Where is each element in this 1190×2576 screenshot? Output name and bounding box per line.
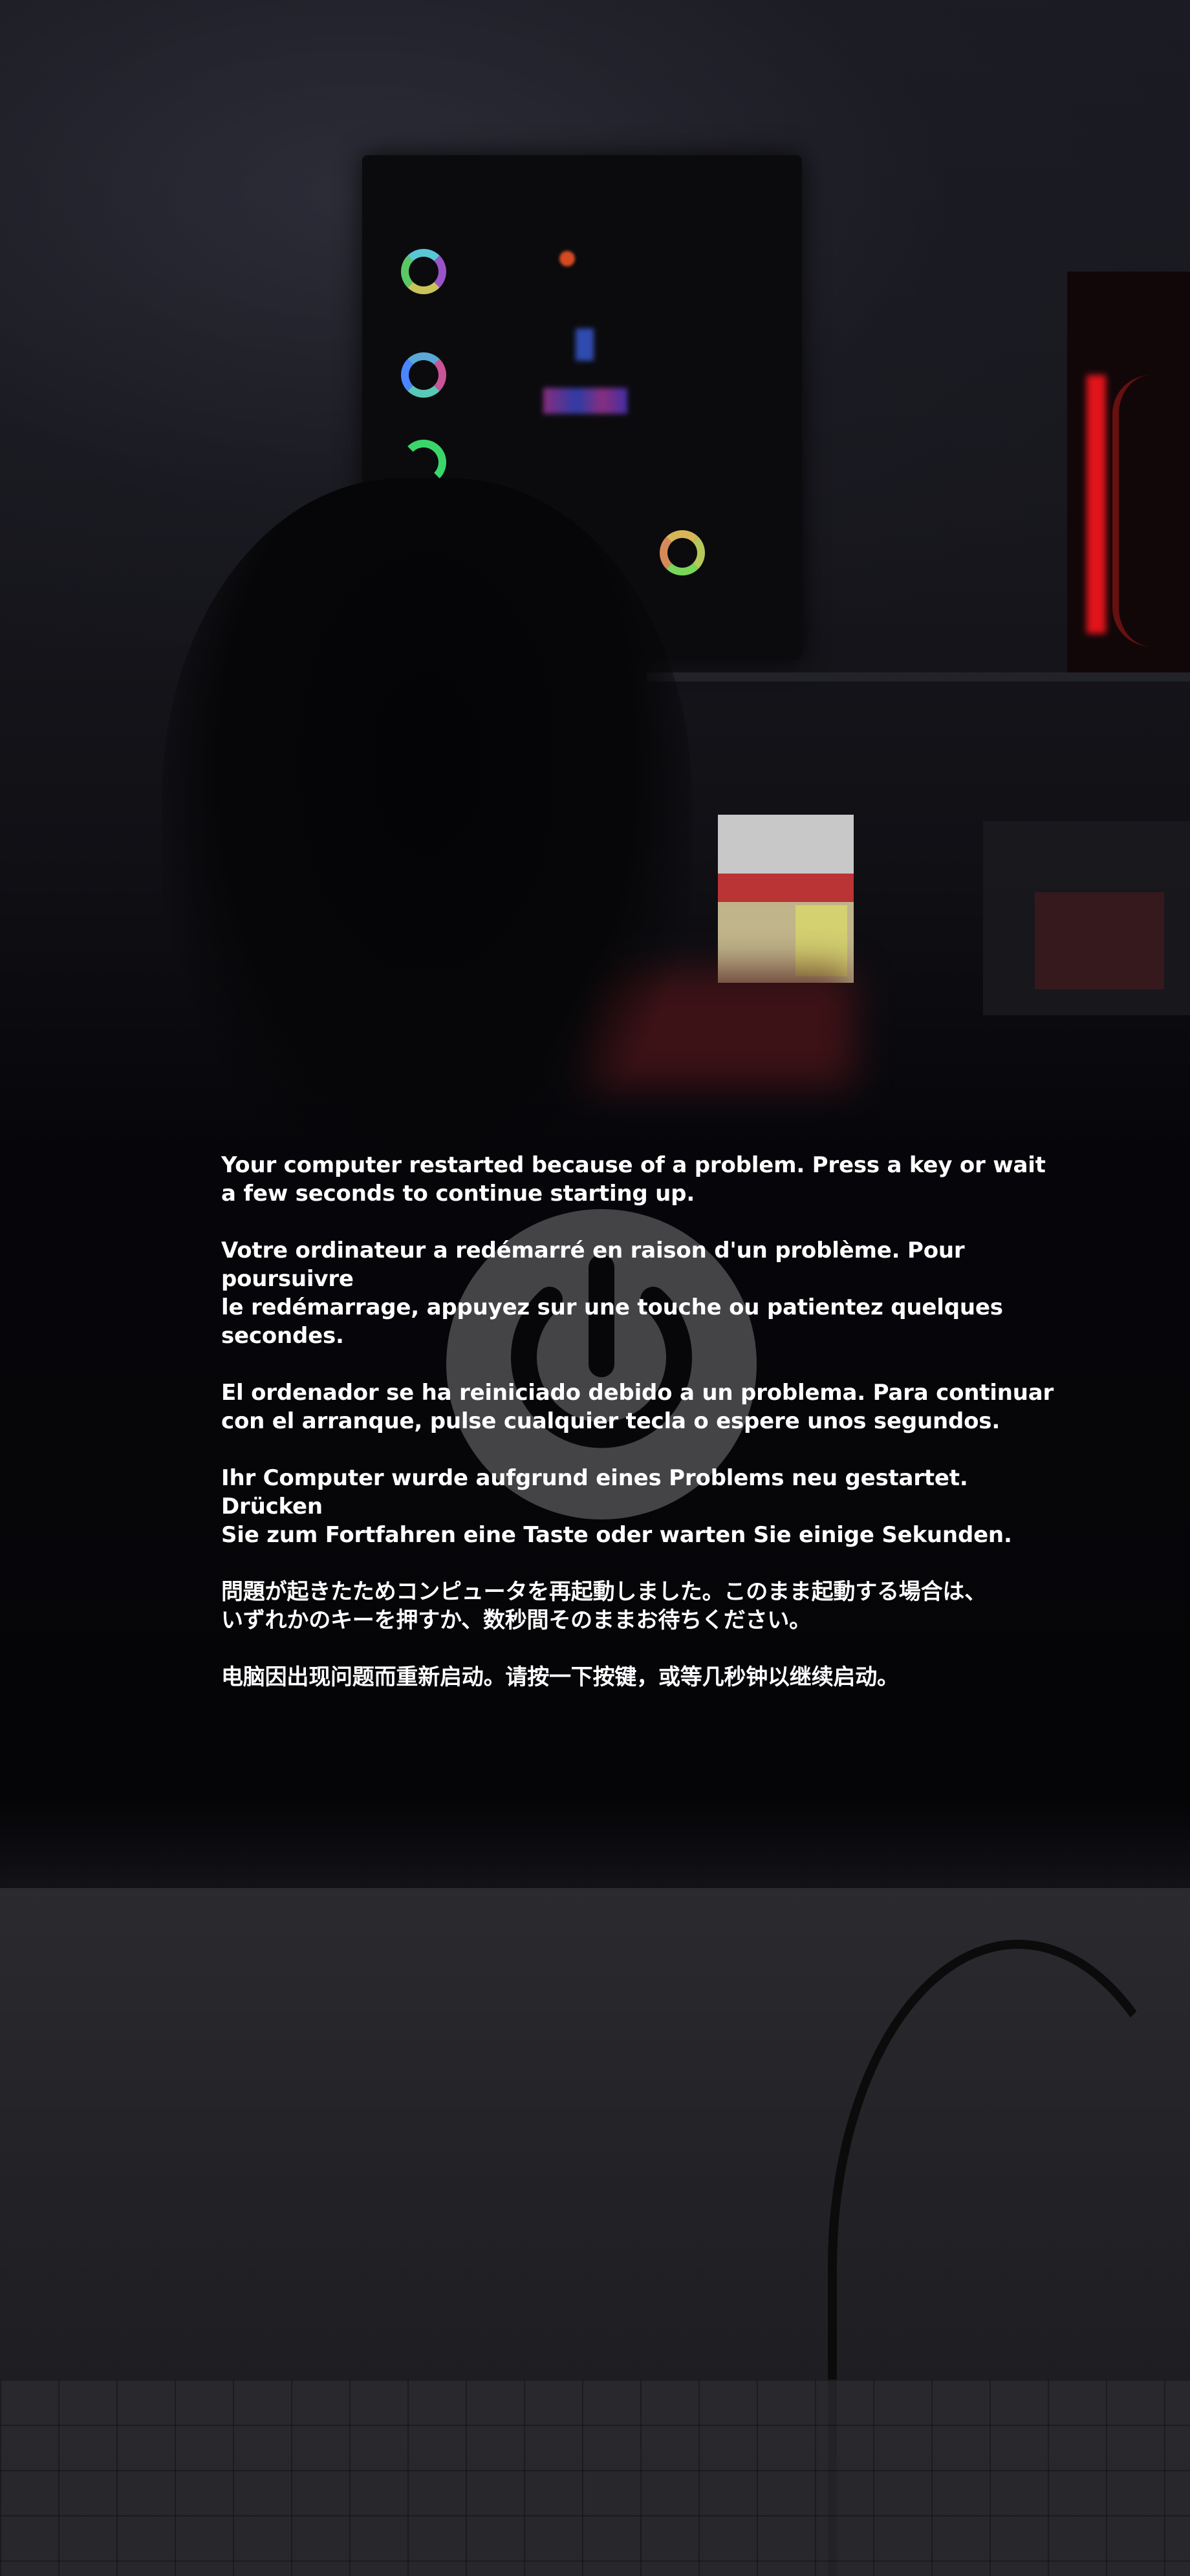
led-reflection <box>576 328 594 361</box>
poster-reflection <box>795 905 847 976</box>
keyboard <box>0 2379 1190 2576</box>
cable <box>828 1940 1190 2576</box>
rgb-fan-reflection <box>660 530 705 575</box>
rgb-fan-reflection <box>401 249 446 294</box>
message-german: Ihr Computer wurde aufgrund eines Proble… <box>221 1465 1012 1548</box>
red-led-reflection <box>1087 375 1106 634</box>
desk-surface <box>0 1888 1190 2576</box>
rgb-fan-reflection <box>401 352 446 398</box>
monitor-reflection <box>983 821 1190 1015</box>
led-reflection <box>559 251 575 266</box>
message-chinese: 电脑因出现问题而重新启动。请按一下按键，或等几秒钟以继续启动。 <box>221 1664 899 1690</box>
photo-of-screen: Your computer restarted because of a pro… <box>0 0 1190 2576</box>
led-reflection <box>543 388 627 414</box>
message-english: Your computer restarted because of a pro… <box>221 1152 1046 1207</box>
pc-case-reflection <box>362 155 802 660</box>
message-japanese: 問題が起きたためコンピュータを再起動しました。このまま起動する場合は、 いずれか… <box>221 1579 986 1633</box>
shelf-reflection <box>647 672 1190 682</box>
monitor-content-reflection <box>1035 892 1164 989</box>
second-case-reflection <box>1067 272 1190 672</box>
restart-message-block: Your computer restarted because of a pro… <box>221 1151 1062 1720</box>
object-reflection <box>582 970 854 1086</box>
poster-reflection <box>718 815 854 983</box>
wall-reflection <box>0 0 1190 647</box>
red-fan-reflection <box>1112 375 1190 647</box>
message-french: Votre ordinateur a redémarré en raison d… <box>221 1238 1003 1349</box>
rgb-fan-reflection <box>401 440 446 485</box>
message-spanish: El ordenador se ha reiniciado debido a u… <box>221 1380 1054 1434</box>
person-silhouette-reflection <box>162 478 692 1190</box>
